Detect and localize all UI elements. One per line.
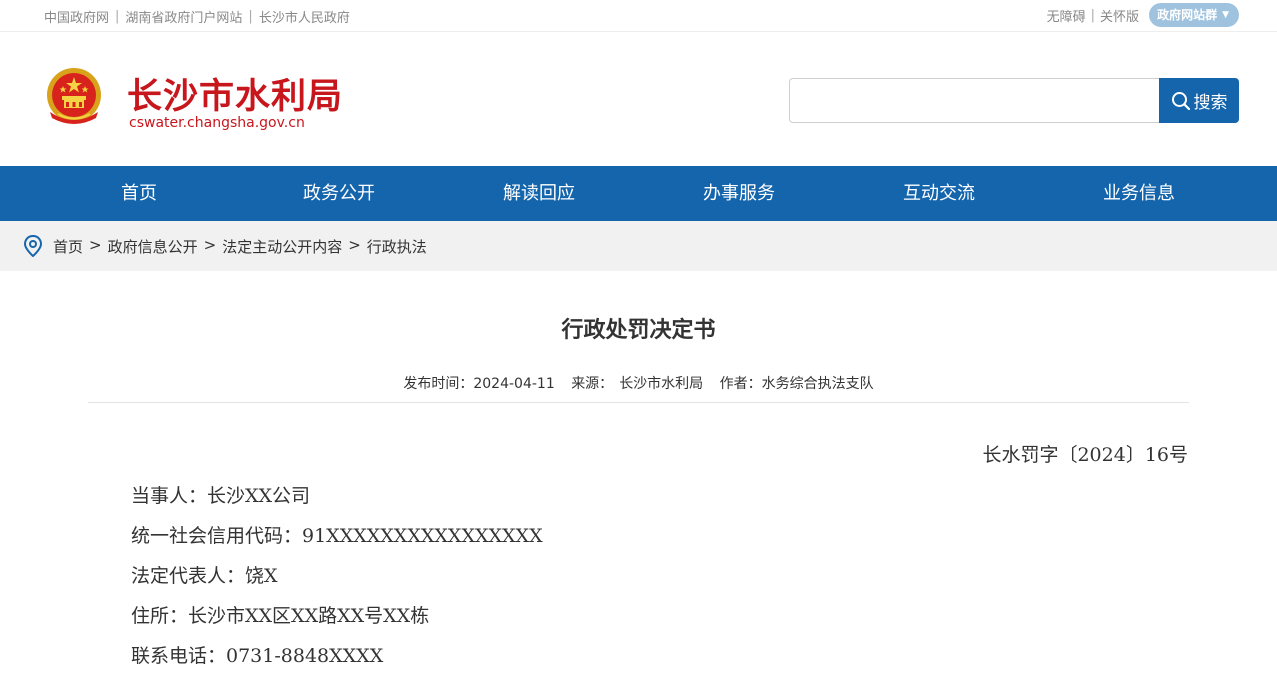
- breadcrumb-statutory-content[interactable]: 法定主动公开内容: [222, 236, 342, 257]
- source-value: 长沙市水利局: [619, 376, 704, 392]
- site-title[interactable]: 长沙市水利局: [127, 68, 343, 119]
- nav-item-services[interactable]: 办事服务: [639, 166, 839, 221]
- address-line: 住所：长沙市XX区XX路XX号XX栋: [131, 605, 430, 627]
- link-hunan-portal[interactable]: 湖南省政府门户网站: [125, 7, 242, 26]
- separator: |: [248, 9, 253, 24]
- breadcrumb-bar: 首页 > 政府信息公开 > 法定主动公开内容 > 行政执法: [0, 221, 1277, 271]
- link-changsha-gov[interactable]: 长沙市人民政府: [259, 7, 350, 26]
- author-value: 水务综合执法支队: [761, 376, 874, 392]
- site-group-dropdown[interactable]: 政府网站群 ▼: [1149, 3, 1239, 27]
- phone-line: 联系电话：0731-8848XXXX: [131, 645, 384, 667]
- breadcrumb-home[interactable]: 首页: [53, 236, 83, 257]
- main-nav: 首页 政务公开 解读回应 办事服务 互动交流 业务信息: [0, 166, 1277, 221]
- breadcrumb-separator: >: [89, 236, 102, 254]
- meta-divider: [88, 402, 1189, 403]
- legal-rep-line: 法定代表人：饶X: [131, 565, 278, 587]
- publish-date: 发布时间：2024-04-11: [403, 376, 555, 392]
- credit-code-line: 统一社会信用代码：91XXXXXXXXXXXXXXXX: [131, 525, 543, 547]
- search-button-label: 搜索: [1193, 93, 1228, 113]
- accessibility-links: 无障碍 | 关怀版 政府网站群 ▼: [1047, 3, 1239, 27]
- caret-down-icon: ▼: [1222, 10, 1229, 20]
- nav-item-business-info[interactable]: 业务信息: [1039, 166, 1239, 221]
- search-button[interactable]: 搜索: [1159, 78, 1239, 123]
- breadcrumb-gov-info[interactable]: 政府信息公开: [108, 236, 198, 257]
- nav-item-home[interactable]: 首页: [39, 166, 239, 221]
- source-label: 来源：: [571, 376, 614, 392]
- article-meta: 发布时间：2024-04-11 来源： 长沙市水利局 作者：水务综合执法支队: [0, 373, 1277, 393]
- separator: |: [1090, 7, 1096, 23]
- breadcrumb: 首页 > 政府信息公开 > 法定主动公开内容 > 行政执法: [53, 236, 427, 257]
- location-pin-icon: [23, 235, 43, 257]
- breadcrumb-separator: >: [348, 236, 361, 254]
- breadcrumb-enforcement[interactable]: 行政执法: [367, 236, 427, 257]
- search-input[interactable]: [789, 78, 1161, 123]
- site-url: cswater.changsha.gov.cn: [129, 115, 305, 131]
- separator: |: [115, 9, 120, 24]
- document-number: 长水罚字〔2024〕16号: [982, 444, 1188, 466]
- site-group-label: 政府网站群: [1157, 8, 1218, 22]
- nav-item-interaction[interactable]: 互动交流: [839, 166, 1039, 221]
- link-gov-cn[interactable]: 中国政府网: [44, 7, 109, 26]
- external-links: 中国政府网 | 湖南省政府门户网站 | 长沙市人民政府: [44, 7, 350, 26]
- national-emblem-icon: [47, 68, 101, 124]
- nav-item-interpretation[interactable]: 解读回应: [439, 166, 639, 221]
- party-line: 当事人：长沙XX公司: [131, 485, 311, 507]
- nav-item-gov-affairs[interactable]: 政务公开: [239, 166, 439, 221]
- author-label: 作者：: [719, 376, 762, 392]
- search-icon: [1171, 91, 1190, 110]
- elderly-mode-link[interactable]: 关怀版: [1100, 6, 1139, 25]
- accessibility-link[interactable]: 无障碍: [1047, 6, 1086, 25]
- article-title: 行政处罚决定书: [561, 318, 716, 343]
- breadcrumb-separator: >: [203, 236, 217, 254]
- source: 来源： 长沙市水利局: [571, 376, 703, 392]
- author: 作者：水务综合执法支队: [720, 376, 874, 392]
- top-utility-bar: 中国政府网 | 湖南省政府门户网站 | 长沙市人民政府 无障碍 | 关怀版 政府…: [0, 0, 1277, 32]
